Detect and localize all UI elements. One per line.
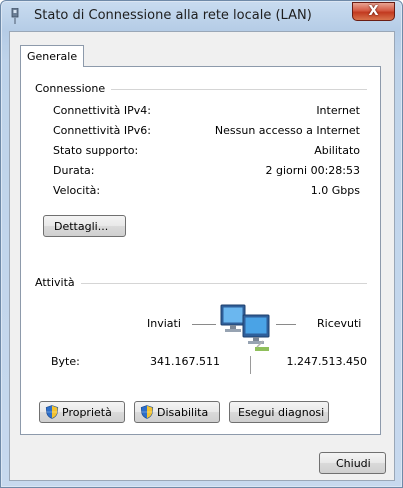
bytes-sent-value: 341.167.511 bbox=[150, 355, 220, 368]
tab-label: Generale bbox=[27, 50, 78, 63]
ipv4-label: Connettività IPv4: bbox=[53, 104, 152, 117]
title-bar[interactable]: Stato di Connessione alla rete locale (L… bbox=[1, 1, 402, 31]
properties-button[interactable]: Proprietà bbox=[39, 401, 125, 423]
connection-group-label: Connessione bbox=[35, 82, 112, 95]
uac-shield-icon bbox=[140, 405, 154, 419]
diagnose-button-label: Esegui diagnosi bbox=[238, 406, 325, 419]
activity-group-line bbox=[35, 283, 367, 284]
bytes-received-value: 1.247.513.450 bbox=[286, 355, 367, 368]
network-adapter-icon bbox=[11, 8, 19, 24]
uac-shield-icon bbox=[45, 405, 59, 419]
ipv6-label: Connettività IPv6: bbox=[53, 124, 152, 137]
speed-value: 1.0 Gbps bbox=[310, 184, 360, 197]
properties-button-label: Proprietà bbox=[62, 406, 112, 419]
tab-panel: Connessione Connettività IPv4: Internet … bbox=[20, 66, 381, 435]
disable-button-label: Disabilita bbox=[157, 406, 209, 419]
received-line bbox=[276, 324, 296, 325]
client-area: Generale Connessione Connettività IPv4: … bbox=[9, 31, 395, 481]
tab-generale[interactable]: Generale bbox=[20, 45, 84, 67]
close-button-label: Chiudi bbox=[336, 457, 371, 470]
activity-group-label: Attività bbox=[35, 276, 81, 289]
media-state-label: Stato supporto: bbox=[53, 144, 139, 157]
bytes-label: Byte: bbox=[51, 355, 80, 368]
close-button[interactable]: Chiudi bbox=[319, 452, 386, 474]
close-icon: X bbox=[368, 4, 379, 19]
received-label: Ricevuti bbox=[317, 317, 362, 330]
ipv6-value: Nessun accesso a Internet bbox=[214, 124, 360, 137]
duration-label: Durata: bbox=[53, 164, 95, 177]
details-button-label: Dettagli... bbox=[54, 220, 109, 233]
details-button[interactable]: Dettagli... bbox=[43, 215, 126, 237]
dialog-window: Stato di Connessione alla rete locale (L… bbox=[0, 0, 403, 488]
diagnose-button[interactable]: Esegui diagnosi bbox=[229, 401, 329, 423]
close-window-button[interactable]: X bbox=[352, 2, 395, 21]
media-state-value: Abilitato bbox=[314, 144, 360, 157]
activity-divider bbox=[250, 356, 251, 374]
network-computers-icon bbox=[220, 304, 270, 351]
window-title: Stato di Connessione alla rete locale (L… bbox=[34, 8, 312, 23]
speed-label: Velocità: bbox=[53, 184, 101, 197]
ipv4-value: Internet bbox=[316, 104, 360, 117]
sent-label: Inviati bbox=[147, 317, 181, 330]
sent-line bbox=[192, 324, 216, 325]
duration-value: 2 giorni 00:28:53 bbox=[265, 164, 360, 177]
disable-button[interactable]: Disabilita bbox=[134, 401, 220, 423]
